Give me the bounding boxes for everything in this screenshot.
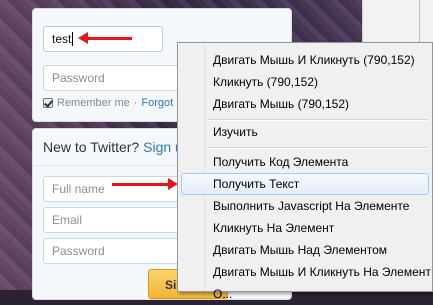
- context-menu: Двигать Мышь И Кликнуть (790,152) Кликну…: [177, 42, 433, 301]
- arrow-to-get-text-icon: [112, 178, 178, 190]
- menu-item-get-element-code[interactable]: Получить Код Элемента: [181, 151, 429, 173]
- remember-me-checkbox[interactable]: [43, 98, 53, 108]
- remember-me-label[interactable]: Remember me: [57, 97, 130, 109]
- menu-item-get-text[interactable]: Получить Текст: [181, 173, 429, 195]
- signup-heading: New to Twitter? Sign u: [43, 139, 183, 155]
- remember-me-row: Remember me · Forgot p: [43, 97, 182, 109]
- menu-item-hover-element[interactable]: Двигать Мышь Над Элементом: [181, 239, 429, 261]
- menu-item-click-coords[interactable]: Кликнуть (790,152): [181, 71, 429, 93]
- menu-item-move-click-element[interactable]: Двигать Мышь И Кликнуть На Элемент: [181, 261, 431, 283]
- menu-item-move-click-coords[interactable]: Двигать Мышь И Кликнуть (790,152): [181, 49, 429, 71]
- menu-item-more[interactable]: О...: [181, 283, 429, 305]
- arrow-to-username-icon: [78, 32, 132, 44]
- menu-item-inspect[interactable]: Изучить: [181, 121, 429, 143]
- username-value: test: [52, 32, 72, 46]
- menu-separator: [208, 147, 428, 149]
- menu-item-move-coords[interactable]: Двигать Мышь (790,152): [181, 93, 429, 115]
- menu-item-click-element[interactable]: Кликнуть На Элемент: [181, 217, 429, 239]
- menu-item-execute-js[interactable]: Выполнить Javascript На Элементе: [181, 195, 429, 217]
